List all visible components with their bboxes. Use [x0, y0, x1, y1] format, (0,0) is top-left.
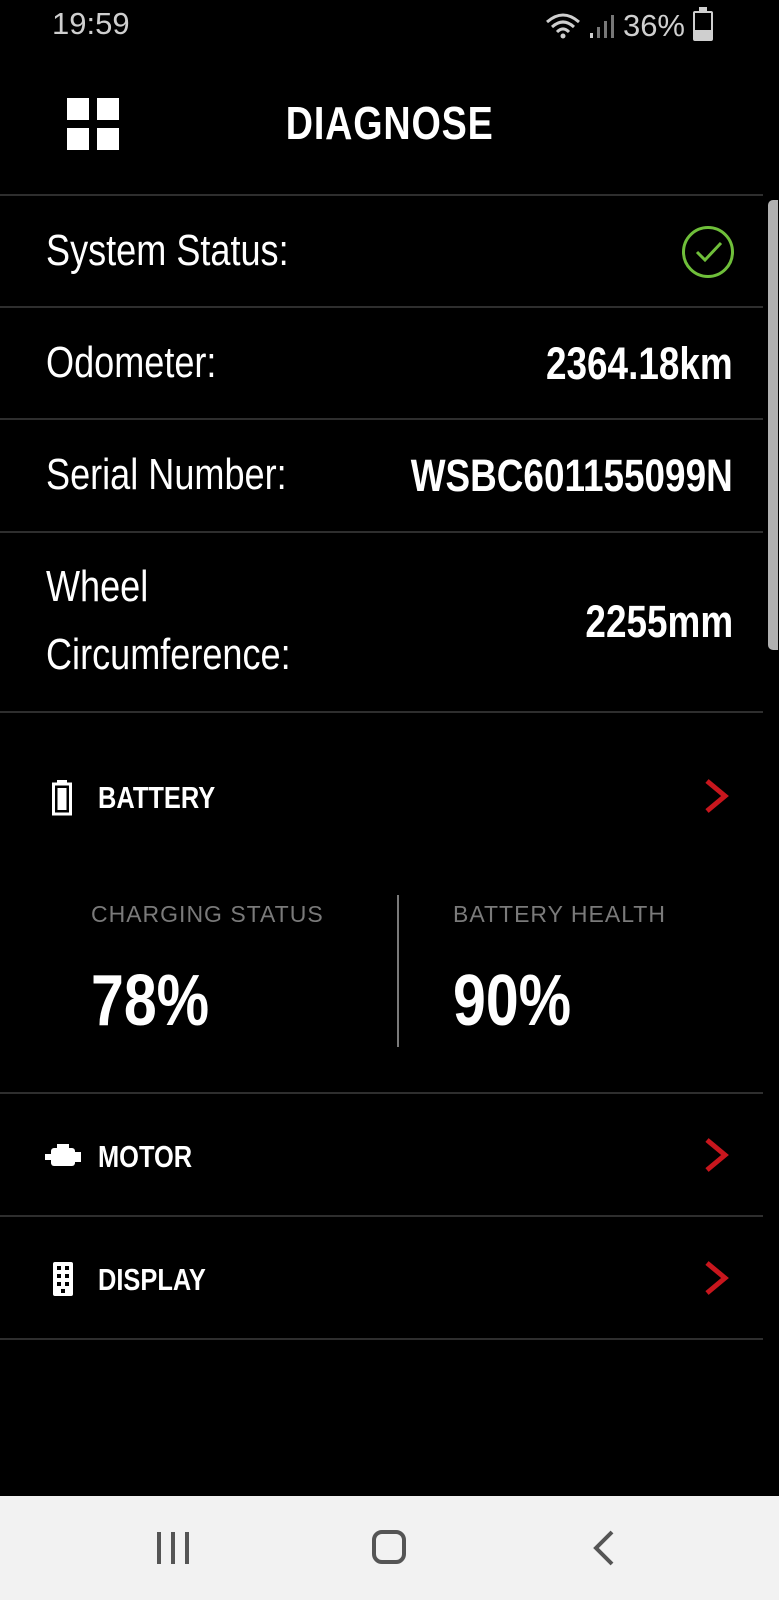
status-time: 19:59: [52, 6, 130, 41]
divider: [0, 418, 763, 420]
display-section-label[interactable]: DISPLAY: [98, 1262, 230, 1298]
motor-icon: [45, 1144, 81, 1175]
battery-level-fill: [695, 29, 711, 39]
wheel-circumference-label-line2: Circumference:: [46, 630, 291, 679]
motor-chevron-right-icon[interactable]: [703, 1138, 729, 1172]
divider: [0, 711, 763, 713]
battery-health-title: BATTERY HEALTH: [453, 901, 666, 927]
wheel-circumference-value: 2255mm: [585, 596, 733, 647]
wifi-icon: [545, 13, 580, 39]
battery-chevron-right-icon[interactable]: [703, 779, 729, 813]
display-chevron-right-icon[interactable]: [703, 1261, 729, 1295]
back-icon[interactable]: [592, 1530, 616, 1566]
battery-percent: 36%: [622, 8, 685, 43]
signal-icon: [589, 15, 614, 38]
display-icon: [53, 1262, 73, 1301]
page-title: DIAGNOSE: [285, 97, 494, 149]
home-icon[interactable]: [372, 1530, 406, 1564]
divider: [0, 1215, 763, 1217]
battery-icon: [693, 7, 713, 41]
battery-section-label[interactable]: BATTERY: [98, 780, 241, 816]
odometer-value: 2364.18km: [546, 338, 733, 389]
battery-health-value: 90%: [453, 961, 572, 1041]
charging-status-value: 78%: [91, 961, 210, 1041]
divider: [0, 531, 763, 533]
charging-status-title: CHARGING STATUS: [91, 901, 324, 927]
divider: [0, 194, 763, 196]
system-status-label: System Status:: [46, 226, 289, 275]
status-icons: 36%: [545, 7, 713, 44]
serial-number-value: WSBC601155099N: [410, 450, 733, 501]
metric-divider: [397, 895, 399, 1047]
divider: [0, 1338, 763, 1340]
serial-number-label: Serial Number:: [46, 450, 287, 499]
divider: [0, 306, 763, 308]
recent-apps-icon[interactable]: [157, 1532, 189, 1564]
odometer-label: Odometer:: [46, 338, 217, 387]
wheel-circumference-label-line1: Wheel: [46, 562, 149, 611]
scrollbar[interactable]: [768, 200, 778, 650]
battery-section-icon: [52, 780, 72, 821]
divider: [0, 1092, 763, 1094]
motor-section-label[interactable]: MOTOR: [98, 1139, 213, 1175]
check-circle-icon: [682, 226, 734, 278]
